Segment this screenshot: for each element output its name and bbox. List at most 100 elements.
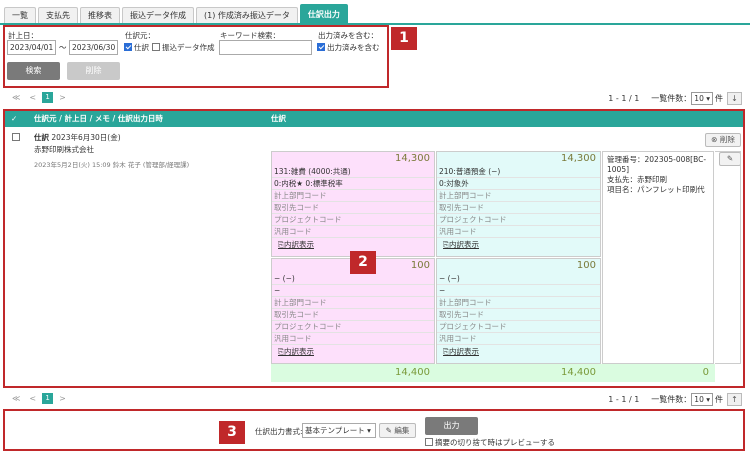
debit-tax: 0:内税★ 0:標準税率	[272, 178, 434, 190]
row-checkbox[interactable]	[12, 133, 20, 141]
debit-tax: −	[272, 285, 434, 297]
source-option-journal[interactable]: 仕訳	[124, 42, 149, 53]
include-output-option-label: 出力済みを含む	[327, 43, 380, 52]
debit-project-code: プロジェクトコード	[272, 214, 434, 226]
keyword-input[interactable]	[219, 40, 312, 55]
per-page-select[interactable]: 10 ▾	[691, 92, 713, 105]
credit-detail-link[interactable]: ⎘内訳表示	[437, 345, 600, 358]
credit-project-code: プロジェクトコード	[437, 321, 600, 333]
row-meta: 2023年5月2日(火) 15:09 鈴木 花子 (管理部/経理課)	[34, 161, 190, 169]
credit-detail-link[interactable]: ⎘内訳表示	[437, 238, 600, 251]
debit-detail-label: 内訳表示	[284, 347, 314, 356]
include-output-option[interactable]: 出力済みを含む	[317, 42, 380, 53]
debit-project-code: プロジェクトコード	[272, 321, 434, 333]
difference-total: 0	[602, 364, 715, 382]
format-select[interactable]: 基本テンプレート ▾	[302, 423, 376, 438]
page-range: 1 - 1 / 1	[608, 94, 640, 103]
per-page-value: 10	[694, 395, 704, 404]
select-all-checkbox[interactable]: ✓	[11, 111, 17, 127]
debit-account: 131:雑費 (4000:共通)	[272, 166, 434, 178]
per-page-label: 一覧件数：	[651, 395, 692, 404]
pager-bottom-left: ≪ < 1 >	[12, 393, 66, 404]
first-page-icon[interactable]: ≪	[12, 394, 20, 403]
credit-amount: 14,300	[561, 153, 596, 164]
prev-page-icon[interactable]: <	[29, 93, 36, 102]
pager-bottom-right: 1 - 1 / 1 一覧件数： 10 ▾ 件 ↑	[608, 393, 742, 406]
checkbox-checked-icon[interactable]	[317, 43, 325, 51]
tab-journal-output[interactable]: 仕訳出力	[299, 4, 348, 24]
credit-detail-label: 内訳表示	[449, 347, 479, 356]
credit-project-code: プロジェクトコード	[437, 214, 600, 226]
table-header: ✓ 仕訳元 / 計上日 / メモ / 仕訳出力日時 仕訳	[5, 111, 743, 127]
row-title: 仕訳 2023年6月30日(金)	[34, 132, 121, 143]
badge-2: 2	[350, 251, 376, 274]
delete-button[interactable]: ⊗ 削除	[705, 133, 741, 147]
credit-partner-code: 取引先コード	[437, 309, 600, 321]
source-option-journal-label: 仕訳	[134, 43, 149, 52]
credit-general-code: 汎用コード	[437, 333, 600, 345]
date-from-input[interactable]	[7, 40, 56, 55]
badge-1: 1	[391, 27, 417, 50]
per-page-select[interactable]: 10 ▾	[691, 393, 713, 406]
date-to-input[interactable]	[69, 40, 118, 55]
debit-dept-code: 計上部門コード	[272, 190, 434, 202]
per-page-label: 一覧件数：	[651, 94, 692, 103]
credit-tax: −	[437, 285, 600, 297]
tab-list[interactable]: 一覧	[4, 7, 36, 24]
debit-general-code: 汎用コード	[272, 226, 434, 238]
tab-payee[interactable]: 支払先	[38, 7, 78, 24]
checkbox-empty-icon[interactable]	[152, 43, 160, 51]
preview-option-label: 摘要の切り捨て時はプレビューする	[435, 438, 555, 447]
first-page-icon[interactable]: ≪	[12, 93, 20, 102]
tab-transfer-created[interactable]: (1) 作成済み振込データ	[196, 7, 298, 24]
format-label: 仕訳出力書式:	[255, 427, 303, 436]
source-label: 仕訳元：	[125, 31, 155, 40]
delete-button-label: 削除	[719, 135, 735, 144]
debit-partner-code: 取引先コード	[272, 202, 434, 214]
header-col-source: 仕訳元 / 計上日 / メモ / 仕訳出力日時	[34, 114, 163, 123]
next-page-icon[interactable]: >	[59, 394, 66, 403]
source-option-transfer-label: 振込データ作成	[162, 43, 215, 52]
credit-partner-code: 取引先コード	[437, 202, 600, 214]
pager-top-left: ≪ < 1 >	[12, 92, 66, 103]
debit-account: − (−)	[272, 273, 434, 285]
row-title-prefix: 仕訳	[34, 133, 49, 142]
debit-detail-label: 内訳表示	[284, 240, 314, 249]
row-company: 赤野印刷株式会社	[34, 145, 94, 154]
credit-account: − (−)	[437, 273, 600, 285]
date-separator: 〜	[59, 43, 67, 52]
sort-up-icon[interactable]: ↑	[727, 393, 742, 406]
format-select-value: 基本テンプレート	[305, 426, 365, 435]
output-button[interactable]: 出力	[425, 417, 478, 435]
prev-page-icon[interactable]: <	[29, 394, 36, 403]
tab-bar: 一覧 支払先 推移表 振込データ作成 (1) 作成済み振込データ 仕訳出力	[4, 4, 350, 24]
clear-button[interactable]: 削除	[67, 62, 120, 80]
debit-entry-1: 14,300 131:雑費 (4000:共通) 0:内税★ 0:標準税率 計上部…	[271, 151, 435, 257]
checkbox-empty-icon[interactable]	[425, 438, 433, 446]
page-range: 1 - 1 / 1	[608, 395, 640, 404]
credit-general-code: 汎用コード	[437, 226, 600, 238]
per-page-unit: 件	[715, 94, 723, 103]
debit-detail-link[interactable]: ⎘内訳表示	[272, 345, 434, 358]
source-option-transfer[interactable]: 振込データ作成	[152, 42, 215, 53]
debit-partner-code: 取引先コード	[272, 309, 434, 321]
tab-trend[interactable]: 推移表	[80, 7, 120, 24]
preview-option[interactable]: 摘要の切り捨て時はプレビューする	[425, 437, 555, 448]
edit-format-label: 編集	[394, 426, 410, 435]
pencil-icon: ✎	[385, 426, 392, 435]
next-page-icon[interactable]: >	[59, 93, 66, 102]
debit-total: 14,400	[271, 364, 436, 382]
search-button[interactable]: 検索	[7, 62, 60, 80]
page-number[interactable]: 1	[42, 393, 54, 404]
sort-down-icon[interactable]: ↓	[727, 92, 742, 105]
tab-transfer-create[interactable]: 振込データ作成	[122, 7, 194, 24]
debit-detail-link[interactable]: ⎘内訳表示	[272, 238, 434, 251]
page-number[interactable]: 1	[42, 92, 54, 103]
include-label: 出力済みを含む：	[318, 31, 378, 40]
checkbox-checked-icon[interactable]	[124, 43, 132, 51]
edit-format-button[interactable]: ✎ 編集	[379, 423, 416, 438]
badge-3: 3	[219, 421, 245, 444]
credit-entry-1: 14,300 210:普通預金 (−) 0:対象外 計上部門コード 取引先コード…	[436, 151, 601, 257]
credit-total: 14,400	[436, 364, 602, 382]
credit-amount: 100	[576, 260, 596, 271]
